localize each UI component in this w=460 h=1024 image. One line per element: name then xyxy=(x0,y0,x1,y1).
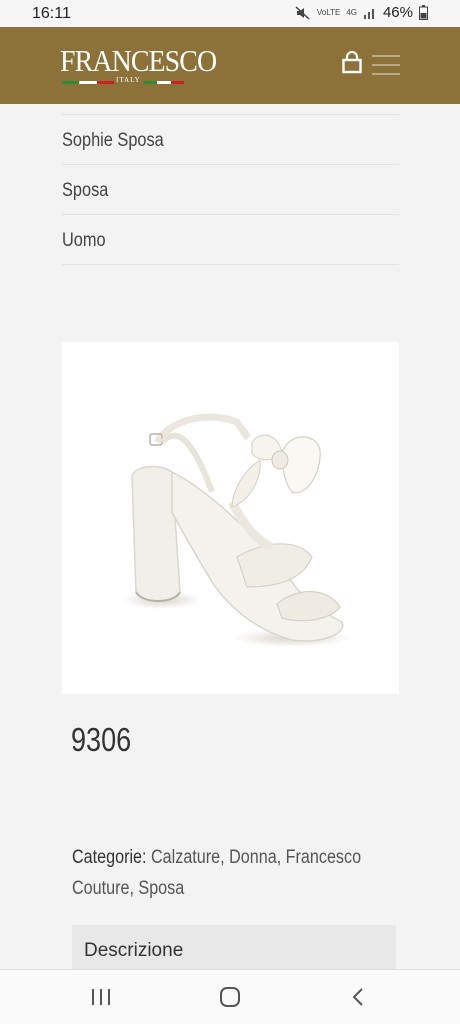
signal-icon xyxy=(363,8,374,19)
status-bar: 16:11 VoLTE 4G 46% xyxy=(0,0,460,27)
back-icon[interactable] xyxy=(350,987,366,1007)
network-type-indicator: 4G xyxy=(346,7,357,17)
tab-label: Descrizione xyxy=(84,940,184,961)
status-time: 16:11 xyxy=(32,5,71,22)
battery-icon xyxy=(419,5,428,20)
category-list: Sophie Sposa Sposa Uomo xyxy=(62,114,399,265)
logo-subtext: ITALY xyxy=(116,76,141,84)
category-label: Sposa xyxy=(62,179,109,201)
system-nav-bar xyxy=(0,969,460,1024)
status-icons: VoLTE 4G 46% xyxy=(295,4,428,21)
category-label: Sophie Sposa xyxy=(62,129,164,151)
volte-indicator: VoLTE xyxy=(316,7,341,17)
category-item[interactable]: Sposa xyxy=(62,165,399,215)
francesco-logo[interactable]: FRANCESCO ITALY xyxy=(60,43,217,89)
site-header: FRANCESCO ITALY xyxy=(0,27,460,104)
product-categories: Categorie: Calzature, Donna, Francesco C… xyxy=(72,842,402,904)
category-label: Uomo xyxy=(62,229,106,251)
home-icon[interactable] xyxy=(220,987,240,1007)
bridal-sandal-image xyxy=(122,413,352,647)
tab-descrizione[interactable]: Descrizione xyxy=(72,925,396,972)
battery-percent: 46% xyxy=(382,4,413,21)
shopping-bag-icon[interactable] xyxy=(341,51,363,75)
flag-stripe-right xyxy=(144,81,184,84)
hamburger-menu-icon[interactable] xyxy=(372,55,400,75)
category-item[interactable]: Sophie Sposa xyxy=(62,115,399,165)
category-item[interactable]: Uomo xyxy=(62,215,399,265)
categories-key: Categorie: xyxy=(72,847,147,868)
logo-text: FRANCESCO xyxy=(60,43,217,78)
flag-stripe-left xyxy=(62,81,114,84)
recent-apps-icon[interactable] xyxy=(92,989,110,1005)
mute-icon xyxy=(295,5,310,20)
product-title: 9306 xyxy=(71,721,132,758)
product-image[interactable] xyxy=(62,342,399,694)
